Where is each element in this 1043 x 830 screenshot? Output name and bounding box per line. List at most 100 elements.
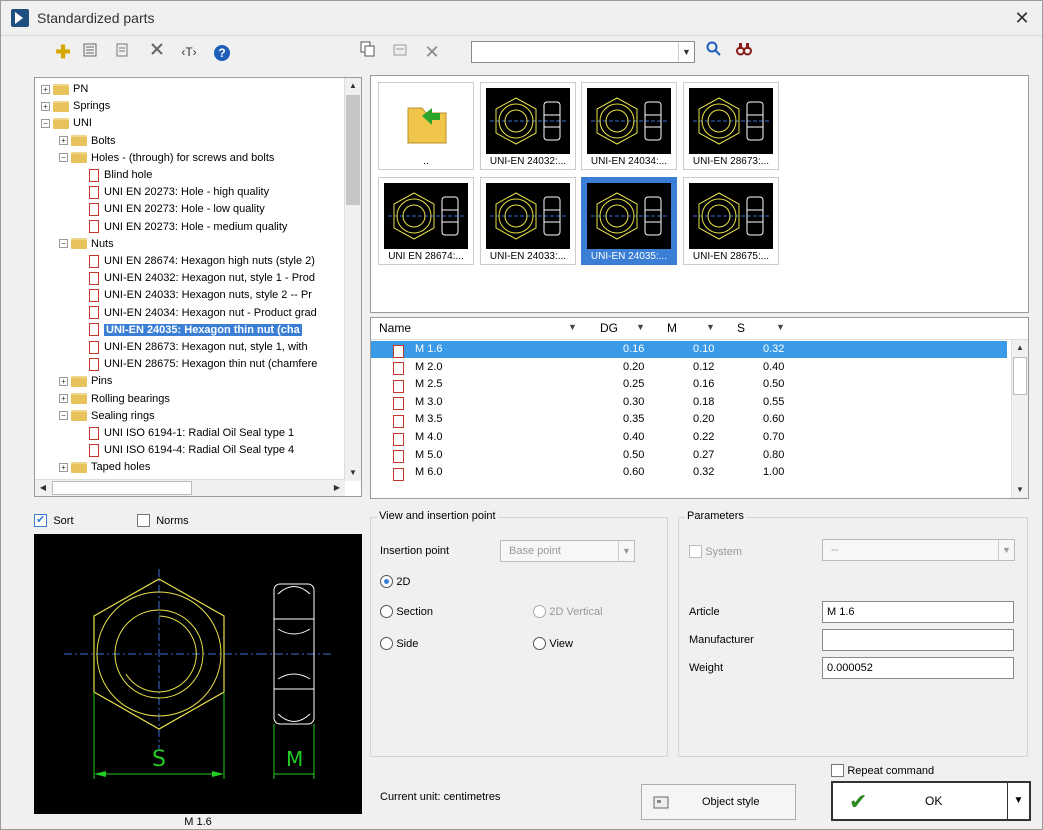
tree-folder[interactable]: − Sealing rings [59, 408, 155, 425]
collapse-icon[interactable]: − [59, 153, 68, 163]
radio-section[interactable]: Section [380, 604, 433, 619]
list-icon[interactable] [79, 41, 101, 63]
expand-icon[interactable]: + [59, 394, 68, 404]
document-icon[interactable] [111, 41, 133, 63]
part-thumbnail[interactable]: UNI-EN 28673:... [683, 82, 779, 170]
table-vertical-scrollbar[interactable]: ▲ ▼ [1011, 340, 1028, 498]
tree-item[interactable]: UNI-EN 28675: Hexagon thin nut (chamfere [77, 356, 317, 373]
tree-folder[interactable]: − Holes - (through) for screws and bolts [59, 150, 274, 167]
tree-folder[interactable]: − UNI [41, 115, 92, 132]
tree-item[interactable]: UNI EN 20273: Hole - high quality [77, 184, 269, 201]
part-thumbnail[interactable]: UNI-EN 24034:... [581, 82, 677, 170]
table-row[interactable]: M 1.6 0.16 0.10 0.32 [371, 341, 1007, 358]
help-icon[interactable]: ? [211, 41, 233, 63]
table-row[interactable]: M 6.0 0.60 0.32 1.00 [371, 464, 1007, 481]
table-row[interactable]: M 5.0 0.50 0.27 0.80 [371, 447, 1007, 464]
part-thumbnail[interactable]: UNI EN 28674:... [378, 177, 474, 265]
tree-folder[interactable]: + Pins [59, 373, 112, 390]
column-header-s[interactable]: S [737, 321, 745, 335]
radio-side[interactable]: Side [380, 636, 418, 651]
part-thumbnail[interactable]: UNI-EN 24032:... [480, 82, 576, 170]
tree-item[interactable]: UNI EN 28674: Hexagon high nuts (style 2… [77, 253, 315, 270]
copy-icon[interactable] [357, 41, 379, 63]
scroll-up-icon[interactable]: ▲ [1012, 340, 1028, 356]
add-icon[interactable]: ✚ [52, 41, 74, 63]
repeat-command-checkbox[interactable] [831, 764, 844, 778]
tree-item[interactable]: UNI EN 20273: Hole - medium quality [77, 219, 287, 236]
search-icon[interactable] [703, 41, 725, 63]
chevron-down-icon[interactable]: ▼ [568, 322, 577, 332]
tree-item[interactable]: UNI ISO 6194-1: Radial Oil Seal type 1 [77, 425, 294, 442]
collapse-icon[interactable]: − [59, 411, 68, 421]
table-row[interactable]: M 2.5 0.25 0.16 0.50 [371, 376, 1007, 393]
scroll-right-icon[interactable]: ▶ [329, 480, 345, 496]
tree-folder[interactable]: + Springs [41, 98, 110, 115]
tree-folder[interactable]: − Nuts [59, 236, 114, 253]
tree-item[interactable]: UNI EN 20273: Hole - low quality [77, 201, 265, 218]
parent-folder-thumbnail[interactable]: .. [378, 82, 474, 170]
tree-folder[interactable]: + Rolling bearings [59, 391, 170, 408]
tree-item[interactable]: UNI-EN 24035: Hexagon thin nut (cha [77, 322, 302, 339]
tree-folder[interactable]: + PN [41, 81, 88, 98]
system-select[interactable]: -- ▼ [822, 539, 1015, 561]
radio-section-dot[interactable] [380, 605, 393, 619]
radio-2d-dot[interactable] [380, 575, 393, 589]
expand-icon[interactable]: + [41, 101, 50, 111]
expand-icon[interactable]: + [59, 136, 68, 146]
radio-2d-vertical-dot[interactable] [533, 605, 546, 619]
manufacturer-field[interactable] [822, 629, 1014, 651]
collapse-icon[interactable]: − [41, 118, 50, 128]
search-combo[interactable]: ▼ [471, 41, 695, 63]
scroll-down-icon[interactable]: ▼ [345, 465, 361, 481]
expand-icon[interactable]: + [59, 462, 68, 472]
article-field[interactable]: M 1.6 [822, 601, 1014, 623]
tree-folder[interactable]: + Bolts [59, 133, 115, 150]
column-header-m[interactable]: M [667, 321, 677, 335]
tree-item[interactable]: UNI-EN 24032: Hexagon nut, style 1 - Pro… [77, 270, 315, 287]
part-thumbnail[interactable]: UNI-EN 24035:... [581, 177, 677, 265]
radio-2d-vertical[interactable]: 2D Vertical [533, 604, 603, 619]
weight-field[interactable]: 0.000052 [822, 657, 1014, 679]
dimensions-table[interactable]: Name ▼ DG ▼ M ▼ S ▼ M 1.6 0.16 0.10 0.32 M 2… [370, 317, 1029, 499]
tree-folder[interactable]: + Taped holes [59, 459, 150, 476]
ok-dropdown[interactable]: ▼ [1007, 783, 1029, 819]
chevron-down-icon[interactable]: ▼ [776, 322, 785, 332]
collapse-icon[interactable]: − [59, 239, 68, 249]
chevron-down-icon[interactable]: ▼ [636, 322, 645, 332]
column-header-dg[interactable]: DG [600, 321, 618, 335]
system-checkbox[interactable] [689, 545, 702, 559]
insertion-point-select[interactable]: Base point ▼ [500, 540, 635, 562]
tree-item[interactable]: UNI-EN 28673: Hexagon nut, style 1, with [77, 339, 308, 356]
tree-horizontal-scrollbar[interactable]: ◀ ▶ [35, 479, 345, 496]
chevron-down-icon[interactable]: ▼ [618, 541, 634, 561]
expand-icon[interactable]: + [41, 84, 50, 94]
table-row[interactable]: M 2.0 0.20 0.12 0.40 [371, 359, 1007, 376]
properties-icon[interactable] [389, 41, 411, 63]
tree-hscroll-thumb[interactable] [52, 481, 192, 495]
radio-view-dot[interactable] [533, 637, 546, 651]
part-thumbnail[interactable]: UNI-EN 28675:... [683, 177, 779, 265]
radio-2d[interactable]: 2D [380, 574, 410, 589]
table-row[interactable]: M 3.5 0.35 0.20 0.60 [371, 411, 1007, 428]
sort-checkbox[interactable] [34, 513, 47, 528]
binoculars-icon[interactable] [733, 41, 755, 63]
table-vscroll-thumb[interactable] [1013, 357, 1027, 395]
delete-icon[interactable]: ✕ [421, 41, 443, 63]
table-row[interactable]: M 4.0 0.40 0.22 0.70 [371, 429, 1007, 446]
tree-item[interactable]: UNI ISO 6194-4: Radial Oil Seal type 4 [77, 442, 294, 459]
part-thumbnail[interactable]: UNI-EN 24033:... [480, 177, 576, 265]
tree-vertical-scrollbar[interactable]: ▲ ▼ [344, 78, 361, 481]
column-header-name[interactable]: Name [379, 321, 411, 335]
norms-checkbox[interactable] [136, 514, 150, 528]
chevron-down-icon[interactable]: ▼ [998, 540, 1014, 560]
tree-item[interactable]: UNI-EN 24033: Hexagon nuts, style 2 -- P… [77, 287, 312, 304]
radio-side-dot[interactable] [380, 637, 393, 651]
repeat-command-row[interactable]: Repeat command [831, 763, 934, 778]
system-checkbox-row[interactable]: System [689, 544, 742, 559]
ok-button[interactable]: ✔ OK ▼ [831, 781, 1031, 821]
scroll-down-icon[interactable]: ▼ [1012, 482, 1028, 498]
text-tag-icon[interactable]: ‹T› [178, 41, 200, 63]
parts-tree[interactable]: + PN + Springs − UNI + Bolts − Holes - (through) … [34, 77, 362, 497]
expand-icon[interactable]: + [59, 376, 68, 386]
chevron-down-icon[interactable]: ▼ [678, 42, 694, 62]
